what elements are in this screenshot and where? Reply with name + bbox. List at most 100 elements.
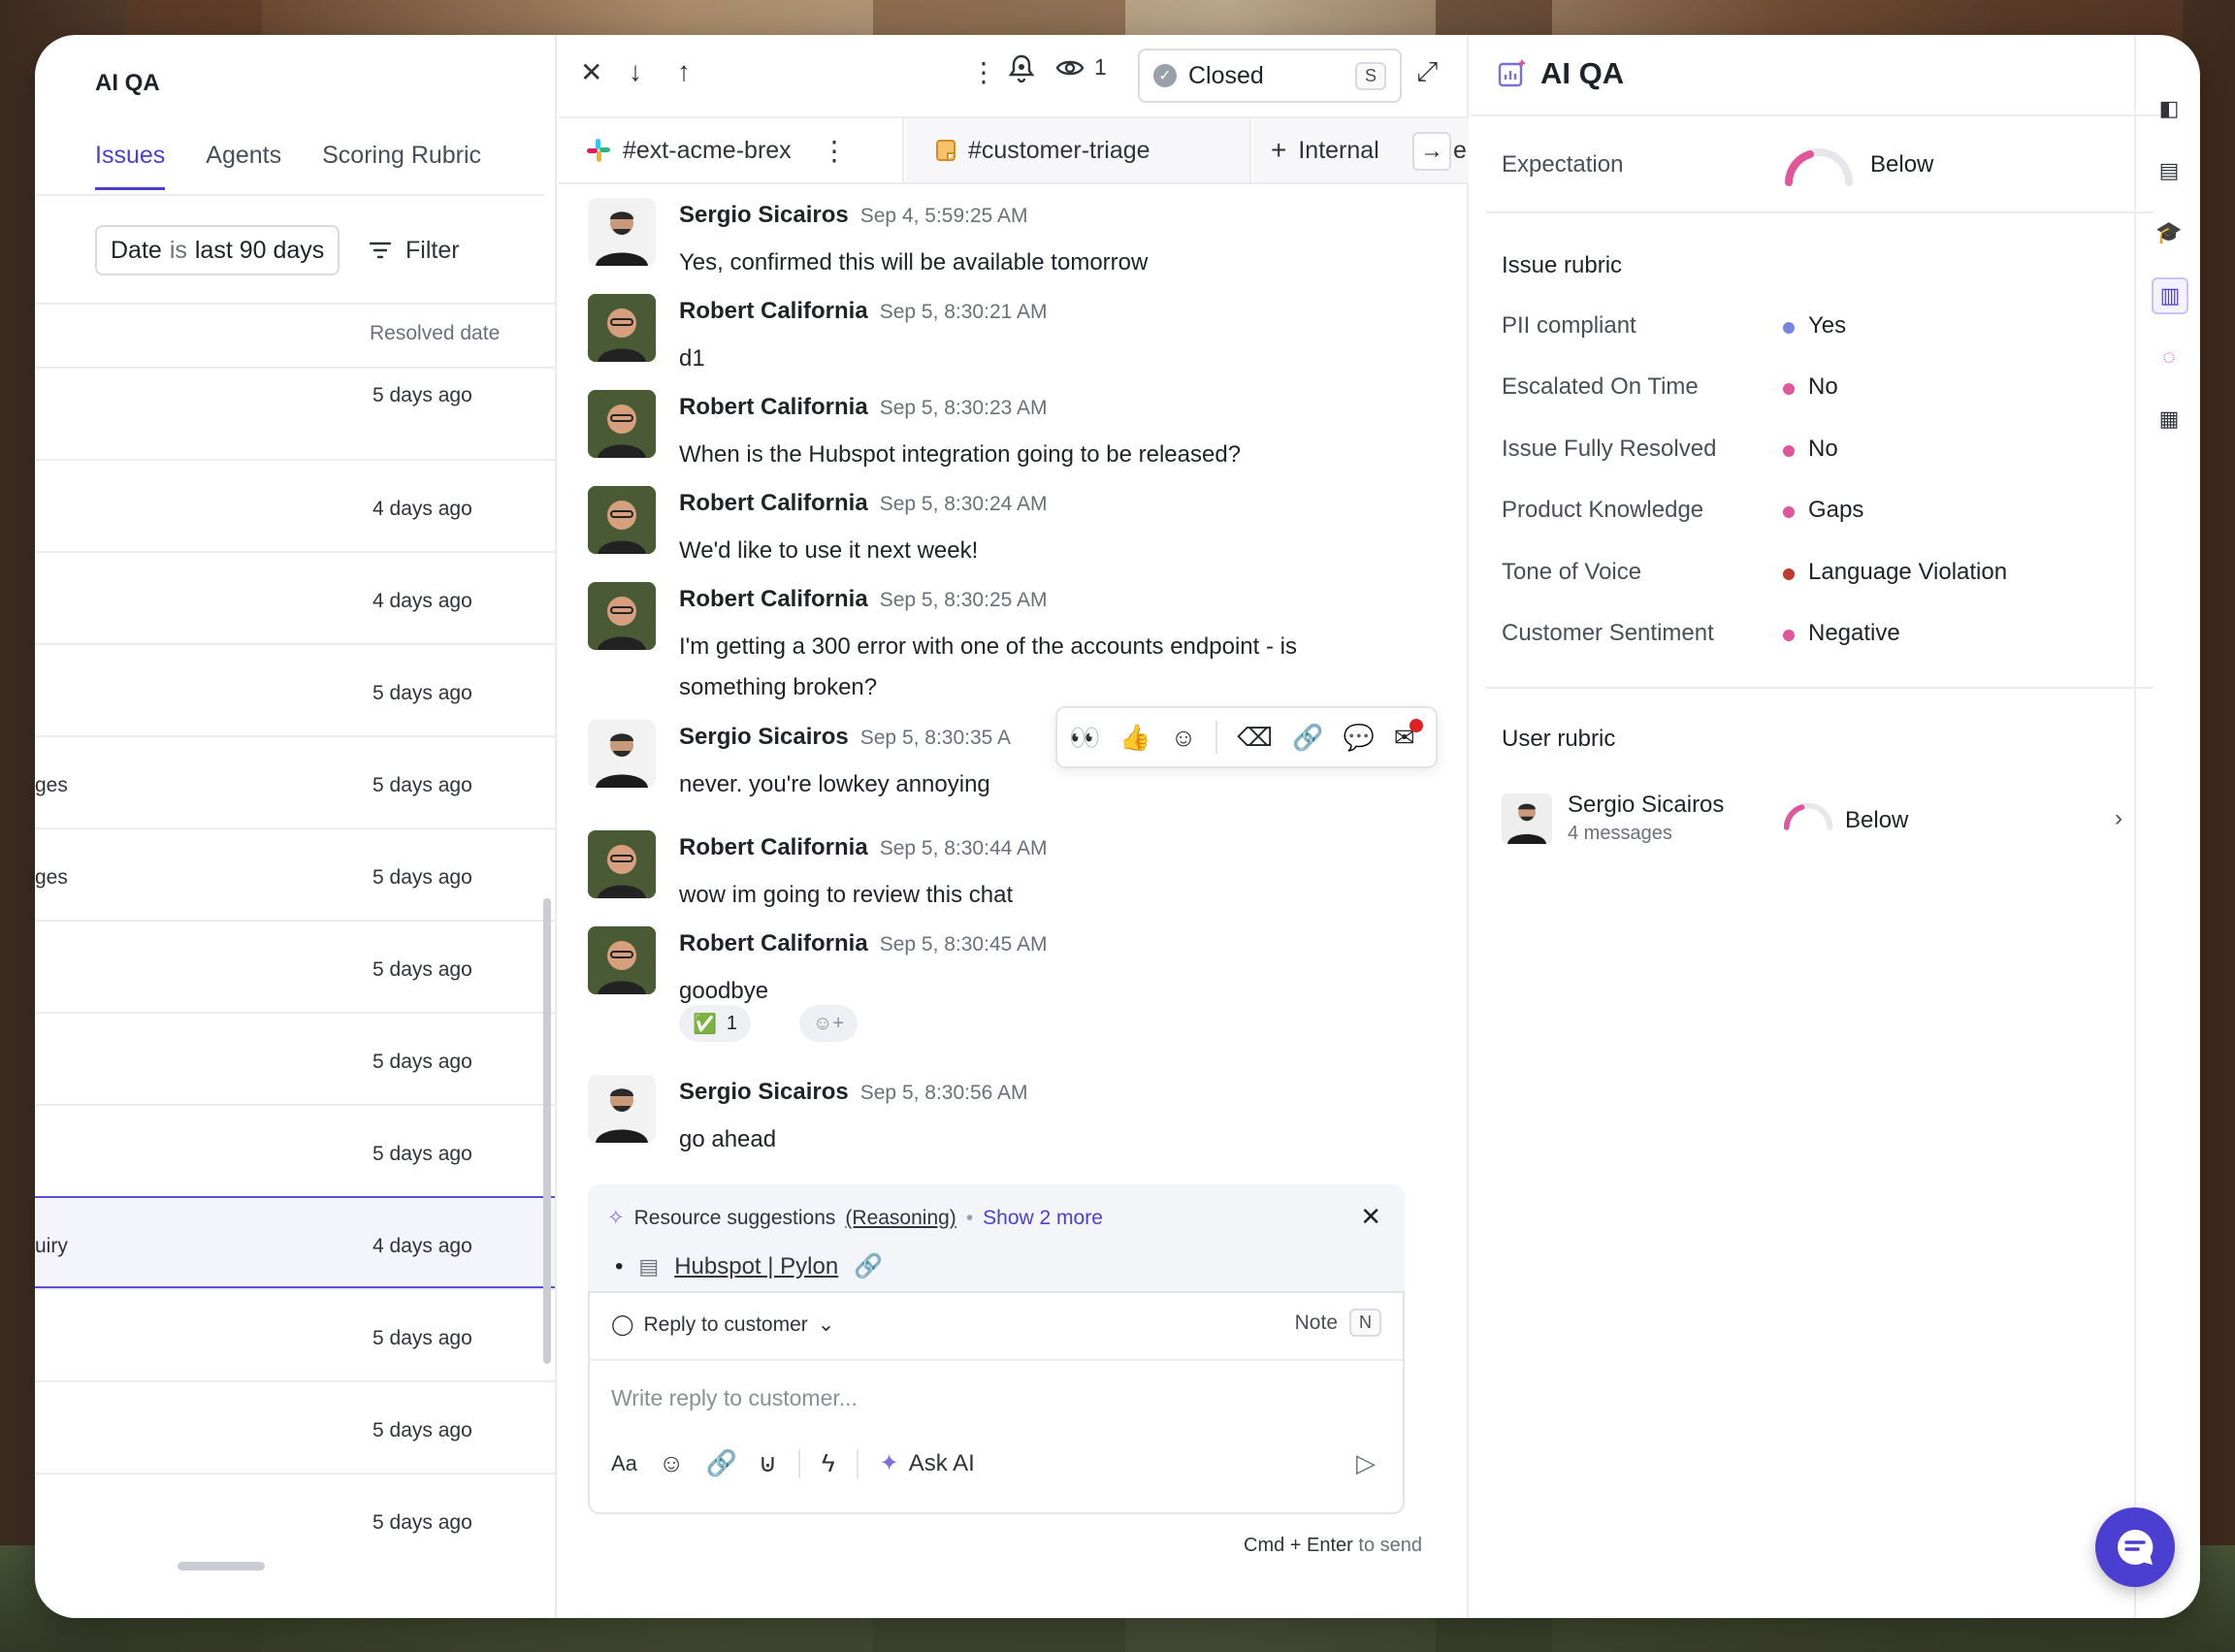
eyes-reaction-icon[interactable]: 👀 — [1069, 723, 1100, 753]
rubric-row[interactable]: PII compliant Yes — [1502, 312, 2122, 351]
tab-customer-triage[interactable]: #customer-triage — [906, 118, 1251, 182]
rubric-row[interactable]: Issue Fully Resolved No — [1502, 436, 2122, 474]
user-message-count: 4 messages — [1568, 823, 1672, 844]
reply-input[interactable]: Write reply to customer... — [611, 1385, 858, 1411]
plus-icon[interactable]: + — [1271, 135, 1286, 166]
table-row[interactable]: 5 days ago — [35, 367, 555, 459]
thumbs-up-reaction-icon[interactable]: 👍 — [1119, 723, 1150, 753]
user-rubric-row[interactable]: Sergio Sicairos 4 messages Below › — [1502, 788, 2122, 856]
add-reaction-button[interactable]: ☺+ — [799, 1005, 858, 1042]
message-author[interactable]: Sergio Sicairos — [679, 724, 849, 750]
message-time: Sep 5, 8:30:25 AM — [879, 589, 1048, 611]
rubric-row[interactable]: Escalated On Time No — [1502, 373, 2122, 412]
message-author[interactable]: Sergio Sicairos — [679, 1079, 849, 1105]
tab-scoring-rubric[interactable]: Scoring Rubric — [322, 142, 481, 190]
ask-ai-button[interactable]: ✦ Ask AI — [880, 1449, 975, 1477]
message-author[interactable]: Robert California — [679, 490, 868, 516]
filter-button[interactable]: Filter — [369, 225, 460, 275]
reaction-pill[interactable]: ✅ 1 — [679, 1005, 752, 1042]
mail-icon[interactable]: ✉ — [1394, 718, 1423, 753]
column-header-resolved-date[interactable]: Resolved date — [370, 322, 500, 345]
table-row[interactable]: 5 days ago — [35, 1012, 555, 1104]
rubric-row[interactable]: Tone of Voice Language Violation — [1502, 559, 2122, 598]
tab-issues[interactable]: Issues — [95, 142, 166, 190]
table-row[interactable]: 4 days ago — [35, 551, 555, 643]
arrow-down-icon[interactable]: ↓ — [629, 56, 642, 87]
eraser-icon[interactable]: ⌫ — [1237, 723, 1273, 753]
emoji-icon[interactable]: ☺ — [659, 1448, 685, 1478]
message-author[interactable]: Robert California — [679, 298, 868, 324]
message-time: Sep 5, 8:30:45 AM — [879, 933, 1048, 956]
avatar — [588, 198, 656, 266]
ai-chat-icon[interactable]: ◌ — [2154, 341, 2185, 373]
table-row[interactable]: 5 days ago — [35, 1473, 555, 1565]
rubric-key: Product Knowledge — [1502, 497, 1704, 523]
tab-ext-acme-brex[interactable]: #ext-acme-brex ⋮ — [559, 118, 904, 182]
close-icon[interactable]: ✕ — [1360, 1202, 1381, 1232]
table-row[interactable]: 5 days ago — [35, 1104, 555, 1196]
row-resolved-date: 4 days ago — [372, 1235, 472, 1257]
graduation-cap-icon[interactable]: 🎓 — [2154, 217, 2185, 248]
status-dot — [1783, 506, 1795, 518]
avatar — [588, 830, 656, 898]
sidebar-toggle-icon[interactable]: ◧ — [2154, 93, 2185, 124]
message-author[interactable]: Robert California — [679, 394, 868, 420]
reasoning-link[interactable]: (Reasoning) — [845, 1207, 956, 1230]
table-row[interactable]: 5 days ago — [35, 920, 555, 1012]
bell-icon[interactable] — [1007, 52, 1036, 90]
text-format-icon[interactable]: Aa — [611, 1451, 637, 1476]
composer-toolbar: Aa ☺ 🔗 ⊍ ϟ ✦ Ask AI — [611, 1448, 975, 1478]
ticket-icon[interactable]: ▤ — [2154, 155, 2185, 186]
message-author[interactable]: Sergio Sicairos — [679, 202, 849, 228]
link-icon[interactable]: 🔗 — [1292, 723, 1323, 753]
reply-mode-label: Reply to customer — [643, 1312, 808, 1336]
ai-qa-icon[interactable]: ▥ — [2152, 277, 2188, 314]
note-shortcut: N — [1349, 1309, 1381, 1337]
close-icon[interactable]: ✕ — [580, 56, 602, 88]
rubric-row[interactable]: Customer Sentiment Negative — [1502, 620, 2122, 659]
support-chat-button[interactable] — [2095, 1507, 2175, 1587]
message-author[interactable]: Robert California — [679, 930, 868, 956]
tab-agents[interactable]: Agents — [206, 142, 281, 190]
message-author[interactable]: Robert California — [679, 586, 868, 612]
arrow-up-icon[interactable]: ↑ — [677, 56, 691, 87]
table-row[interactable]: 5 days ago — [35, 643, 555, 735]
expand-icon[interactable]: ⤢ — [1416, 56, 1438, 88]
tab-bar: Issues Agents Scoring Rubric — [95, 142, 481, 190]
table-row[interactable]: 5 days ago — [35, 1380, 555, 1473]
message-author[interactable]: Robert California — [679, 834, 868, 860]
avatar — [588, 1075, 656, 1143]
more-vertical-icon[interactable]: ⋮ — [970, 56, 997, 88]
arrow-right-icon[interactable]: → — [1412, 132, 1451, 171]
more-vertical-icon[interactable]: ⋮ — [821, 135, 848, 167]
lightning-icon[interactable]: ϟ — [822, 1448, 835, 1478]
table-row[interactable]: 5 days ago — [35, 1288, 555, 1380]
ai-qa-panel: AI QA Expectation Below Issue rubric PII… — [1471, 35, 2169, 1618]
date-filter-chip[interactable]: Date is last 90 days — [95, 225, 340, 275]
link-icon[interactable]: 🔗 — [854, 1252, 883, 1280]
reply-mode-dropdown[interactable]: ◯ Reply to customer ⌄ — [611, 1312, 834, 1337]
attachment-icon[interactable]: ⊍ — [759, 1448, 777, 1478]
filter-label: Filter — [405, 236, 460, 264]
add-reaction-icon[interactable]: ☺ — [1171, 723, 1197, 753]
rubric-key: PII compliant — [1502, 312, 1636, 339]
table-row[interactable]: ges 5 days ago — [35, 827, 555, 920]
show-more-link[interactable]: Show 2 more — [983, 1207, 1103, 1230]
table-row[interactable]: ges 5 days ago — [35, 735, 555, 827]
table-row[interactable]: 4 days ago — [35, 459, 555, 551]
status-dropdown[interactable]: ✓ Closed S — [1138, 49, 1402, 103]
watchers-count: 1 — [1094, 54, 1107, 80]
rubric-key: Issue Fully Resolved — [1502, 436, 1717, 462]
send-icon[interactable]: ▷ — [1356, 1448, 1376, 1478]
comment-icon[interactable]: 💬 — [1343, 723, 1374, 753]
link-icon[interactable]: 🔗 — [705, 1448, 736, 1478]
building-icon[interactable]: ▦ — [2154, 404, 2185, 435]
rubric-row[interactable]: Product Knowledge Gaps — [1502, 497, 2122, 535]
horizontal-scrollbar[interactable] — [178, 1562, 265, 1571]
divider — [1486, 211, 2154, 213]
note-toggle[interactable]: Note N — [1295, 1309, 1381, 1337]
suggestion-link[interactable]: Hubspot | Pylon — [674, 1253, 838, 1280]
table-row-selected[interactable]: uiry 4 days ago — [35, 1196, 555, 1288]
vertical-scrollbar[interactable] — [543, 898, 551, 1364]
watchers[interactable]: 1 — [1055, 54, 1107, 81]
